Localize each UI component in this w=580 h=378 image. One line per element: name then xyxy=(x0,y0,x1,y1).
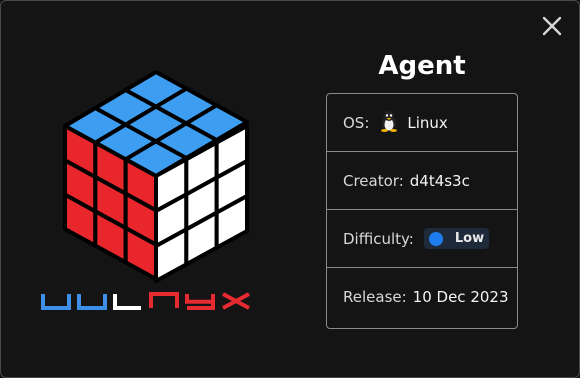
brand-letter-x xyxy=(222,292,250,310)
os-label: OS: xyxy=(343,113,370,132)
release-value: 10 Dec 2023 xyxy=(412,288,509,306)
difficulty-dot-icon xyxy=(428,231,443,246)
difficulty-label: Difficulty: xyxy=(343,229,414,248)
difficulty-value: Low xyxy=(454,231,485,246)
creator-row: Creator: d4t4s3c xyxy=(327,152,517,210)
release-label: Release: xyxy=(343,288,407,306)
brand-letter-l xyxy=(113,294,141,310)
brand-letter-u xyxy=(77,294,107,310)
creator-value[interactable]: d4t4s3c xyxy=(410,172,470,190)
difficulty-row: Difficulty: Low xyxy=(327,210,517,268)
machine-info-modal: Agent OS: Linux Creator: d4t4s3c Difficu… xyxy=(0,0,580,378)
vulnyx-logo xyxy=(39,69,274,319)
machine-title: Agent xyxy=(378,51,466,81)
creator-label: Creator: xyxy=(343,171,404,190)
os-value: Linux xyxy=(407,113,448,132)
brand-letter-n xyxy=(149,292,179,308)
rubiks-cube-logo xyxy=(41,70,250,310)
close-icon[interactable] xyxy=(539,13,565,39)
release-row: Release: 10 Dec 2023 xyxy=(327,268,517,326)
brand-letter-v xyxy=(41,294,71,310)
brand-letter-y xyxy=(185,294,215,310)
os-row: OS: Linux xyxy=(327,94,517,152)
machine-details: OS: Linux Creator: d4t4s3c Difficulty: L… xyxy=(326,93,518,329)
difficulty-badge: Low xyxy=(423,228,490,249)
linux-tux-icon xyxy=(379,110,399,136)
